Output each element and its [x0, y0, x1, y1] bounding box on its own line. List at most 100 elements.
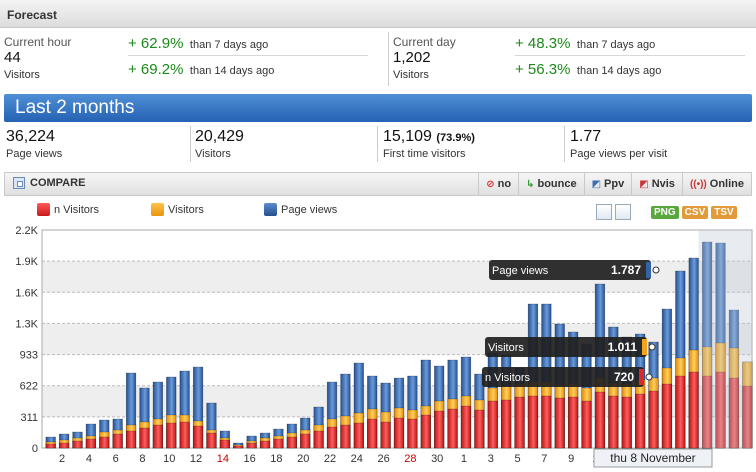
- tooltip-label: n Visitors: [485, 372, 531, 384]
- stat-first-time-visitors: 15,109 (73.9%) First time visitors: [383, 124, 563, 164]
- bar-n-visitors: [179, 421, 190, 449]
- chart-tools: [596, 204, 631, 220]
- stat-label: Visitors: [195, 148, 231, 160]
- bar-n-visitors: [661, 383, 673, 449]
- bar-n-visitors: [514, 396, 525, 449]
- bar-n-visitors: [313, 430, 324, 449]
- tooltip-swatch: [642, 339, 647, 355]
- bar-n-visitors: [233, 445, 244, 449]
- tooltip-value: 1.011: [608, 340, 638, 354]
- forecast-title: Forecast: [7, 8, 58, 22]
- bar-n-visitors: [72, 440, 83, 449]
- grid-band: [42, 292, 752, 324]
- bar-n-visitors: [85, 438, 97, 449]
- tooltip-marker: [648, 343, 656, 351]
- compare-buttons: ⊘ no ↳ bounce ◩ Ppv ◩ Nvis ((•)) Online: [478, 173, 751, 195]
- stat-label: Page views per visit: [570, 148, 668, 160]
- bar-n-visitors: [219, 439, 230, 449]
- bar-n-visitors: [166, 422, 177, 449]
- area-chart-icon[interactable]: [615, 204, 631, 220]
- bar-n-visitors: [420, 414, 431, 449]
- legend-swatch: [264, 203, 277, 216]
- export-tsv-button[interactable]: TSV: [711, 206, 737, 219]
- current-day-7d: + 48.3% than 7 days ago: [515, 35, 655, 53]
- y-tick-label: 0: [32, 443, 38, 455]
- current-hour-panel: Current hour 44 Visitors + 62.9% than 7 …: [4, 32, 384, 86]
- compare-ppv-button[interactable]: ◩ Ppv: [583, 173, 632, 195]
- stat-number: 36,224: [6, 128, 55, 145]
- x-tick-label: 4: [86, 453, 92, 465]
- x-tick-label: 24: [351, 453, 363, 465]
- compare-no-button[interactable]: ⊘ no: [478, 173, 518, 195]
- bar-n-visitors: [125, 430, 137, 449]
- button-label: bounce: [537, 178, 577, 190]
- export-csv-button[interactable]: CSV: [681, 206, 709, 219]
- bar-n-visitors: [300, 433, 311, 449]
- x-tick-label: 1: [461, 453, 467, 465]
- bar-n-visitors: [139, 427, 150, 449]
- divider: [128, 55, 368, 56]
- bar-n-visitors: [259, 440, 271, 449]
- divider: [388, 32, 389, 86]
- tooltip-swatch: [639, 369, 644, 385]
- legend-label: Visitors: [168, 203, 204, 216]
- current-day-label: Current day: [393, 35, 456, 49]
- stat-page-views: 36,224 Page views: [6, 124, 186, 164]
- bar-n-visitors: [58, 442, 70, 449]
- legend-visitors[interactable]: Visitors: [151, 203, 204, 216]
- current-hour-14d: + 69.2% than 14 days ago: [128, 61, 274, 79]
- current-day-panel: Current day 1,202 Visitors + 48.3% than …: [393, 32, 753, 86]
- compare-toggle[interactable]: COMPARE: [13, 177, 85, 189]
- new-visitors-chart-icon: ◩: [639, 178, 649, 190]
- compare-toolbar: COMPARE ⊘ no ↳ bounce ◩ Ppv ◩ Nvis ((•))…: [4, 172, 752, 196]
- bar-n-visitors: [434, 410, 445, 449]
- pct-value: + 69.2%: [128, 61, 184, 78]
- x-tick-label: 3: [488, 453, 494, 465]
- legend-new-visitors[interactable]: n Visitors: [37, 203, 99, 216]
- x-tick-label: 7: [541, 453, 547, 465]
- bar-n-visitors: [581, 400, 592, 449]
- current-hour-value: 44: [4, 49, 21, 66]
- button-label: Online: [709, 178, 744, 190]
- bar-n-visitors: [527, 395, 539, 449]
- bar-n-visitors: [99, 436, 110, 449]
- bar-n-visitors: [501, 399, 512, 449]
- divider: [377, 126, 378, 162]
- compare-nvis-button[interactable]: ◩ Nvis: [631, 173, 682, 195]
- stat-label: Page views: [6, 148, 63, 160]
- pct-text: than 14 days ago: [189, 65, 275, 77]
- tooltip-value: 1.787: [611, 263, 641, 277]
- stat-value: 36,224: [6, 128, 55, 146]
- y-tick-label: 933: [20, 350, 38, 362]
- bar-n-visitors: [648, 390, 659, 449]
- bar-n-visitors: [568, 396, 579, 449]
- visits-bar-chart[interactable]: 03116229331.3K1.6K1.9K2.2K2 4 6 8 10 12 14 16 18…: [0, 226, 756, 472]
- current-hour-unit: Visitors: [4, 69, 40, 81]
- bar-chart-icon[interactable]: [596, 204, 612, 220]
- x-tick-label: 9: [568, 453, 574, 465]
- stat-value: 1.77: [570, 128, 601, 146]
- compare-online-button[interactable]: ((•)) Online: [681, 173, 751, 195]
- stat-number: 20,429: [195, 128, 244, 145]
- bar-n-visitors: [594, 391, 606, 449]
- bar-n-visitors: [393, 417, 405, 449]
- ppv-chart-icon: ◩: [591, 178, 602, 190]
- pct-text: than 7 days ago: [576, 39, 656, 51]
- tooltip-label: Visitors: [488, 342, 524, 354]
- current-day-unit: Visitors: [393, 69, 429, 81]
- current-day-14d: + 56.3% than 14 days ago: [515, 61, 661, 79]
- export-png-button[interactable]: PNG: [651, 206, 679, 219]
- legend-page-views[interactable]: Page views: [264, 203, 337, 216]
- x-tick-label: 30: [431, 453, 443, 465]
- compare-label: COMPARE: [30, 177, 86, 189]
- compare-bounce-button[interactable]: ↳ bounce: [518, 173, 584, 195]
- stat-visitors: 20,429 Visitors: [195, 124, 375, 164]
- bar-n-visitors: [326, 426, 338, 449]
- grid-band: [42, 230, 752, 262]
- tooltip-marker: [652, 266, 660, 274]
- current-hour-label: Current hour: [4, 35, 72, 49]
- export-buttons: PNG CSV TSV: [651, 206, 737, 219]
- period-header[interactable]: Last 2 months: [4, 94, 752, 122]
- x-tick-label: 20: [297, 453, 309, 465]
- divider: [515, 55, 745, 56]
